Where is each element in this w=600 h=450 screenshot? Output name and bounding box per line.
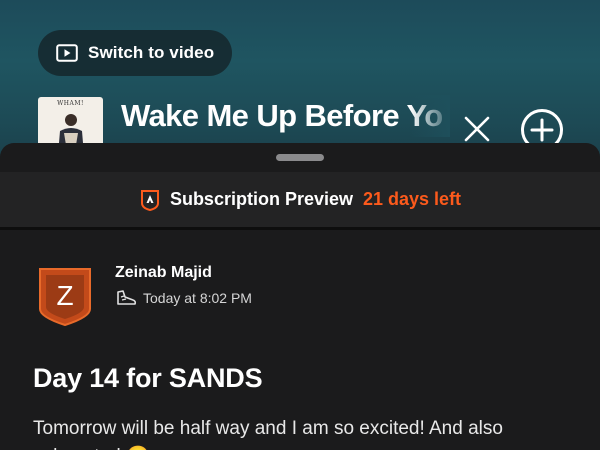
avatar[interactable]: Z [38,267,92,327]
subscription-label: Subscription Preview [169,189,353,209]
strava-logo-icon [140,189,159,211]
bottom-sheet: Subscription Preview 21 days left Z Zein… [0,143,600,450]
days-left-label: 21 days left [363,189,462,209]
song-title-fade [410,95,450,137]
screen: Switch to video WHAM! Wake Me Up Before … [0,0,600,450]
activity-timestamp: Today at 8:02 PM [143,290,252,306]
post-title: Day 14 for SANDS [33,363,263,393]
subscription-preview-banner[interactable]: Subscription Preview 21 days left [0,172,600,230]
sheet-drag-handle[interactable] [276,154,324,161]
video-play-icon [56,44,78,62]
switch-to-video-button[interactable]: Switch to video [38,30,232,76]
album-art-text: WHAM! [57,100,84,107]
post-body: Tomorrow will be half way and I am so ex… [33,418,503,450]
author-name[interactable]: Zeinab Majid [115,264,212,282]
avatar-letter: Z [56,280,73,311]
shoe-icon [117,290,137,305]
activity-meta: Today at 8:02 PM [115,289,252,307]
song-title: Wake Me Up Before You Go-Go [121,98,444,133]
close-icon[interactable] [460,112,494,146]
switch-to-video-label: Switch to video [88,43,215,62]
